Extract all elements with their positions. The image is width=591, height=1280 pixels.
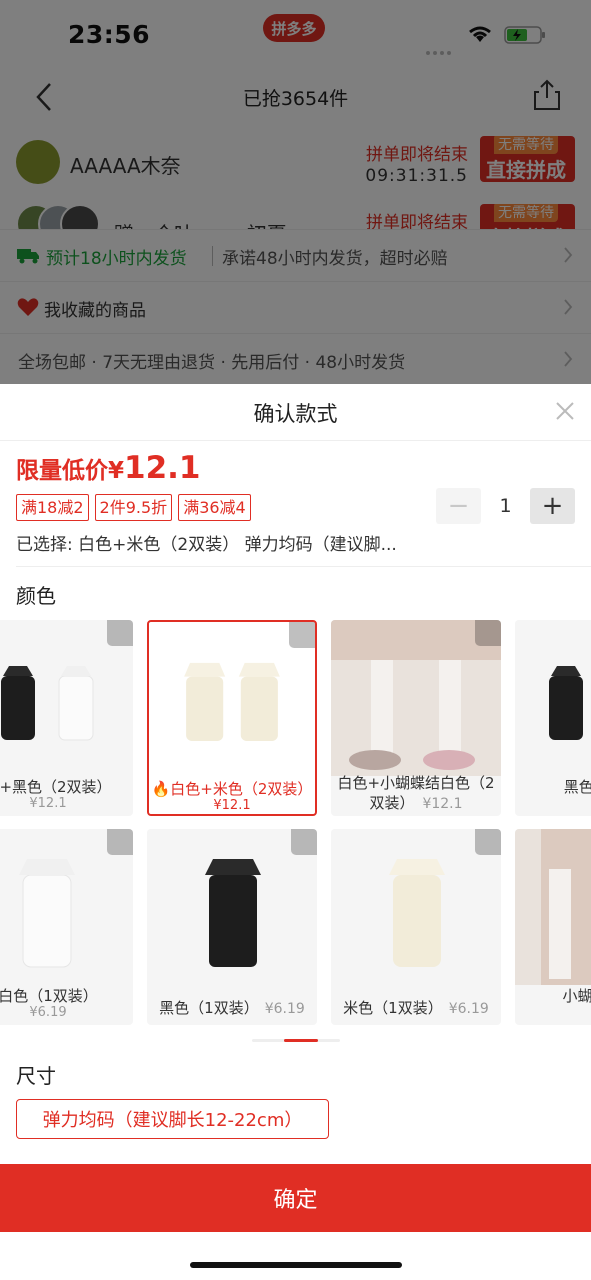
size-option-selected[interactable]: 弹力均码（建议脚长12-22cm） [16,1099,329,1139]
product-image [515,620,591,776]
expand-icon[interactable] [107,829,133,855]
expand-icon[interactable] [107,620,133,646]
promo-tag: 2件9.5折 [94,494,173,521]
color-option-name: 黑色+黑色 [563,778,591,796]
modal-backdrop[interactable] [0,0,591,384]
color-option-label: 米色（1双装） ¥6.19 [331,997,501,1018]
promo-tags: 满18减2 2件9.5折 满36减4 [16,494,251,521]
color-option-name: 米色（1双装） [343,999,443,1017]
promo-tag: 满36减4 [178,494,251,521]
page-indicator [252,1039,340,1042]
color-option-price: ¥12.1 [213,798,251,813]
expand-icon[interactable] [289,622,315,648]
minus-icon: − [447,491,470,521]
color-option-name: 🔥白色+米色（2双装） [149,778,315,799]
color-option-name-line2: 双装） [369,794,415,812]
style-select-sheet: 确认款式 限量低价¥12.1 满18减2 2件9.5折 满36减4 已选择: 白… [0,384,591,1280]
color-option-price: ¥6.19 [264,1001,305,1017]
color-option-name: 黑色（1双装） [159,999,259,1017]
color-option-price: ¥6.19 [448,1001,489,1017]
color-option-price: ¥12.1 [29,796,67,811]
sheet-title: 确认款式 [253,402,338,426]
quantity-value[interactable]: 1 [481,488,530,524]
color-option-name: 白色（1双装） [0,987,98,1005]
color-option-price: ¥ [515,1005,591,1020]
page-indicator-active [284,1039,318,1042]
price-symbol: ¥ [108,458,125,484]
fire-icon: 🔥 [151,780,171,798]
color-option-price: ¥ [515,796,591,811]
color-option-name: 小蝴蝶白色 [562,987,591,1005]
color-option-label: 黑色（1双装） ¥6.19 [147,997,317,1018]
product-image [515,829,591,985]
divider [16,566,591,567]
color-option-name: 白色+小蝴蝶结白色（2 [337,774,495,792]
confirm-button[interactable]: 确定 [0,1164,591,1232]
expand-icon[interactable] [291,829,317,855]
color-option[interactable]: 黑色+黑色 ¥ [515,620,591,816]
size-section-label: 尺寸 [16,1064,56,1088]
selected-summary: 已选择: 白色+米色（2双装） 弹力均码（建议脚... [16,535,397,555]
home-indicator [190,1262,402,1268]
price-value: 12.1 [124,450,201,486]
color-option[interactable]: 小蝴蝶白色 ¥ [515,829,591,1025]
color-option[interactable]: 白色（1双装） ¥6.19 [0,829,133,1025]
color-options-grid: 色+黑色（2双装） ¥12.1 🔥白色+米色（2双装） ¥12.1 [0,618,591,1028]
promo-tag: 满18减2 [16,494,89,521]
color-option[interactable]: 色+黑色（2双装） ¥12.1 [0,620,133,816]
plus-icon: + [541,491,564,521]
color-option-price: ¥12.1 [422,796,463,812]
expand-icon[interactable] [475,620,501,646]
divider [0,440,591,441]
color-option-price: ¥6.19 [29,1005,67,1020]
color-option-name: 双装） ¥12.1 [331,792,501,813]
color-option-name: 色+黑色（2双装） [0,778,112,796]
color-option-selected[interactable]: 🔥白色+米色（2双装） ¥12.1 [147,620,317,816]
price-label: 限量低价 [16,458,108,484]
price-line: 限量低价¥12.1 [16,450,201,486]
color-option-name-text: 白色+米色（2双装） [170,780,313,798]
color-option[interactable]: 米色（1双装） ¥6.19 [331,829,501,1025]
color-option[interactable]: 黑色（1双装） ¥6.19 [147,829,317,1025]
minus-button[interactable]: − [436,488,481,524]
plus-button[interactable]: + [530,488,575,524]
color-option[interactable]: 白色+小蝴蝶结白色（2 双装） ¥12.1 [331,620,501,816]
expand-icon[interactable] [475,829,501,855]
quantity-stepper: − 1 + [436,488,576,524]
close-icon[interactable] [554,400,576,422]
color-section-label: 颜色 [16,584,56,608]
